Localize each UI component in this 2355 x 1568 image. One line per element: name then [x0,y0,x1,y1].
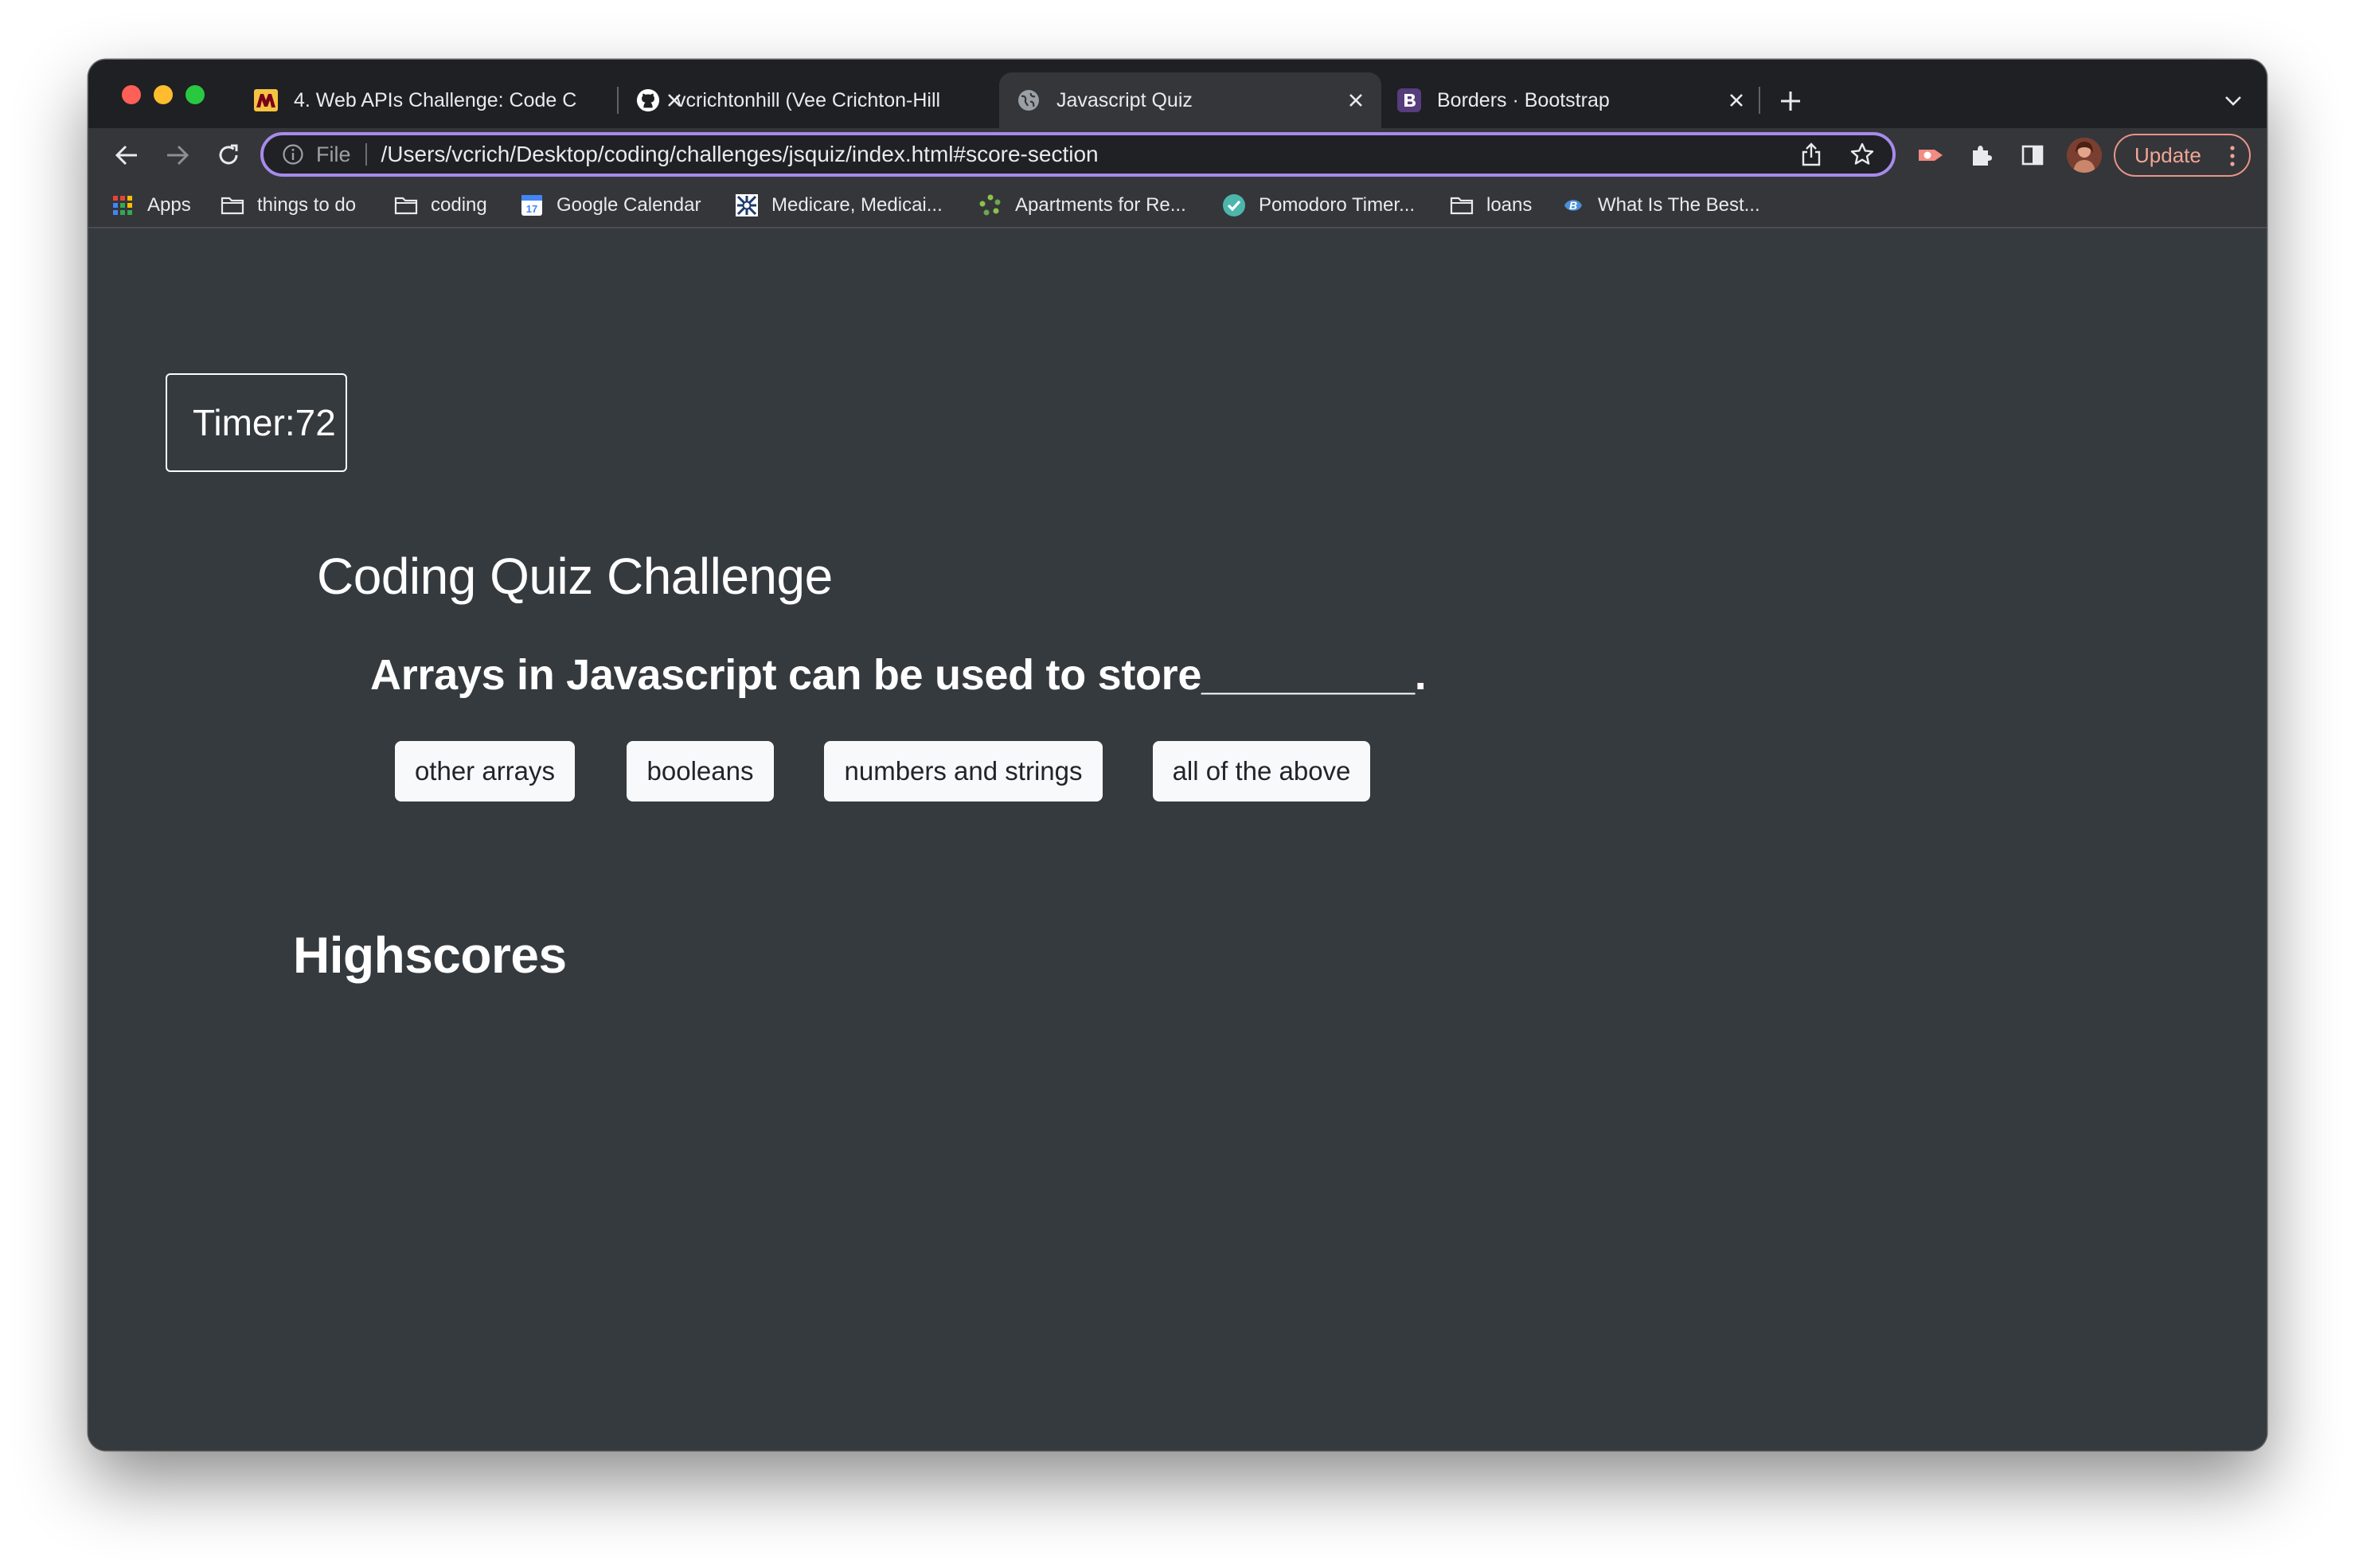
quiz-title: Coding Quiz Challenge [317,548,833,605]
bookmarks-bar: Apps things to do coding 17 Google Calen… [88,182,2267,228]
close-icon[interactable] [1722,86,1751,115]
scheme-label: File [316,142,351,166]
folder-icon [394,193,418,217]
page-content: Timer: 72 Coding Quiz Challenge Arrays in… [88,228,2267,1450]
tab-title: Javascript Quiz [1056,88,1193,111]
answer-button-all-of-the-above[interactable]: all of the above [1153,741,1370,802]
bookmark-label: things to do [257,194,357,216]
minimize-window-button[interactable] [154,85,173,104]
tab-title: Borders · Bootstrap [1437,88,1610,111]
bookmark-label: Apps [147,194,191,216]
timer-box: Timer: 72 [166,373,347,472]
info-icon[interactable] [281,142,305,166]
new-tab-button[interactable] [1775,85,1806,117]
bookmark-label: loans [1486,194,1533,216]
browser-window: 4. Web APIs Challenge: Code C vcrichtonh… [88,60,2267,1450]
url-text[interactable]: /Users/vcrich/Desktop/coding/challenges/… [381,142,1797,167]
bookmark-label: Google Calendar [557,194,701,216]
share-icon[interactable] [1797,140,1826,169]
address-divider [365,143,367,166]
side-panel-icon[interactable] [2017,139,2048,171]
desktop-background: 4. Web APIs Challenge: Code C vcrichtonh… [0,0,2355,1568]
medicare-icon [735,193,759,217]
reload-icon[interactable] [211,138,246,173]
tab-search-chevron-icon[interactable] [2219,87,2248,115]
bookmark-coding[interactable]: coding [394,192,487,219]
bookmark-loans[interactable]: loans [1450,192,1532,219]
address-bar[interactable]: File /Users/vcrich/Desktop/coding/challe… [260,132,1896,177]
bookmark-google-calendar[interactable]: 17 Google Calendar [520,192,701,219]
folder-icon [1450,193,1474,217]
bookmark-label: What Is The Best... [1598,194,1760,216]
university-logo-icon [254,88,278,112]
bookmark-label: coding [431,194,487,216]
answer-button-other-arrays[interactable]: other arrays [395,741,575,802]
bookmark-label: Apartments for Re... [1015,194,1186,216]
screencast-extension-icon[interactable] [1915,139,1947,171]
tab-title: 4. Web APIs Challenge: Code C [294,88,577,111]
browser-toolbar: File /Users/vcrich/Desktop/coding/challe… [88,128,2267,182]
svg-text:B: B [1569,199,1577,212]
more-menu-icon[interactable] [2230,145,2235,167]
bookmark-things-to-do[interactable]: things to do [221,192,356,219]
answer-button-booleans[interactable]: booleans [627,741,774,802]
calendar-icon: 17 [520,193,544,217]
highscores-title: Highscores [293,926,567,984]
bootstrap-icon [1397,88,1421,112]
bookmark-pomodoro-timer[interactable]: Pomodoro Timer... [1222,192,1415,219]
site-icon: B [1561,193,1585,217]
svg-text:17: 17 [526,203,537,215]
globe-icon [1017,88,1041,112]
check-circle-icon [1222,193,1246,217]
bookmark-apartments[interactable]: Apartments for Re... [978,192,1186,219]
close-window-button[interactable] [122,85,141,104]
bookmark-apps[interactable]: Apps [111,192,191,219]
tab-separator [1759,87,1760,114]
tab-borders-bootstrap[interactable]: Borders · Bootstrap [1380,72,1762,128]
update-label: Update [2134,142,2201,167]
extensions-puzzle-icon[interactable] [1966,139,1998,171]
bookmark-medicare[interactable]: Medicare, Medicai... [735,192,943,219]
profile-avatar[interactable] [2067,138,2102,173]
github-icon [636,88,660,112]
timer-label: Timer: [193,402,295,443]
tab-title: vcrichtonhill (Vee Crichton-Hill [676,88,941,111]
bookmark-star-icon[interactable] [1848,140,1877,169]
forward-arrow-icon[interactable] [160,138,195,173]
tab-strip: 4. Web APIs Challenge: Code C vcrichtonh… [88,60,2267,128]
update-button[interactable]: Update [2114,134,2251,177]
bookmark-what-is-the-best[interactable]: B What Is The Best... [1561,192,1760,219]
timer-value: 72 [295,402,336,443]
maximize-window-button[interactable] [186,85,205,104]
close-icon[interactable] [1342,86,1370,115]
question-text: Arrays in Javascript can be used to stor… [370,651,1427,699]
bookmark-label: Pomodoro Timer... [1259,194,1416,216]
answer-button-numbers-and-strings[interactable]: numbers and strings [824,741,1103,802]
tab-javascript-quiz[interactable]: Javascript Quiz [999,72,1381,128]
bookmark-label: Medicare, Medicai... [771,194,943,216]
apartments-icon [978,193,1002,217]
back-arrow-icon[interactable] [109,138,144,173]
folder-icon [221,193,244,217]
apps-grid-icon [111,193,135,217]
